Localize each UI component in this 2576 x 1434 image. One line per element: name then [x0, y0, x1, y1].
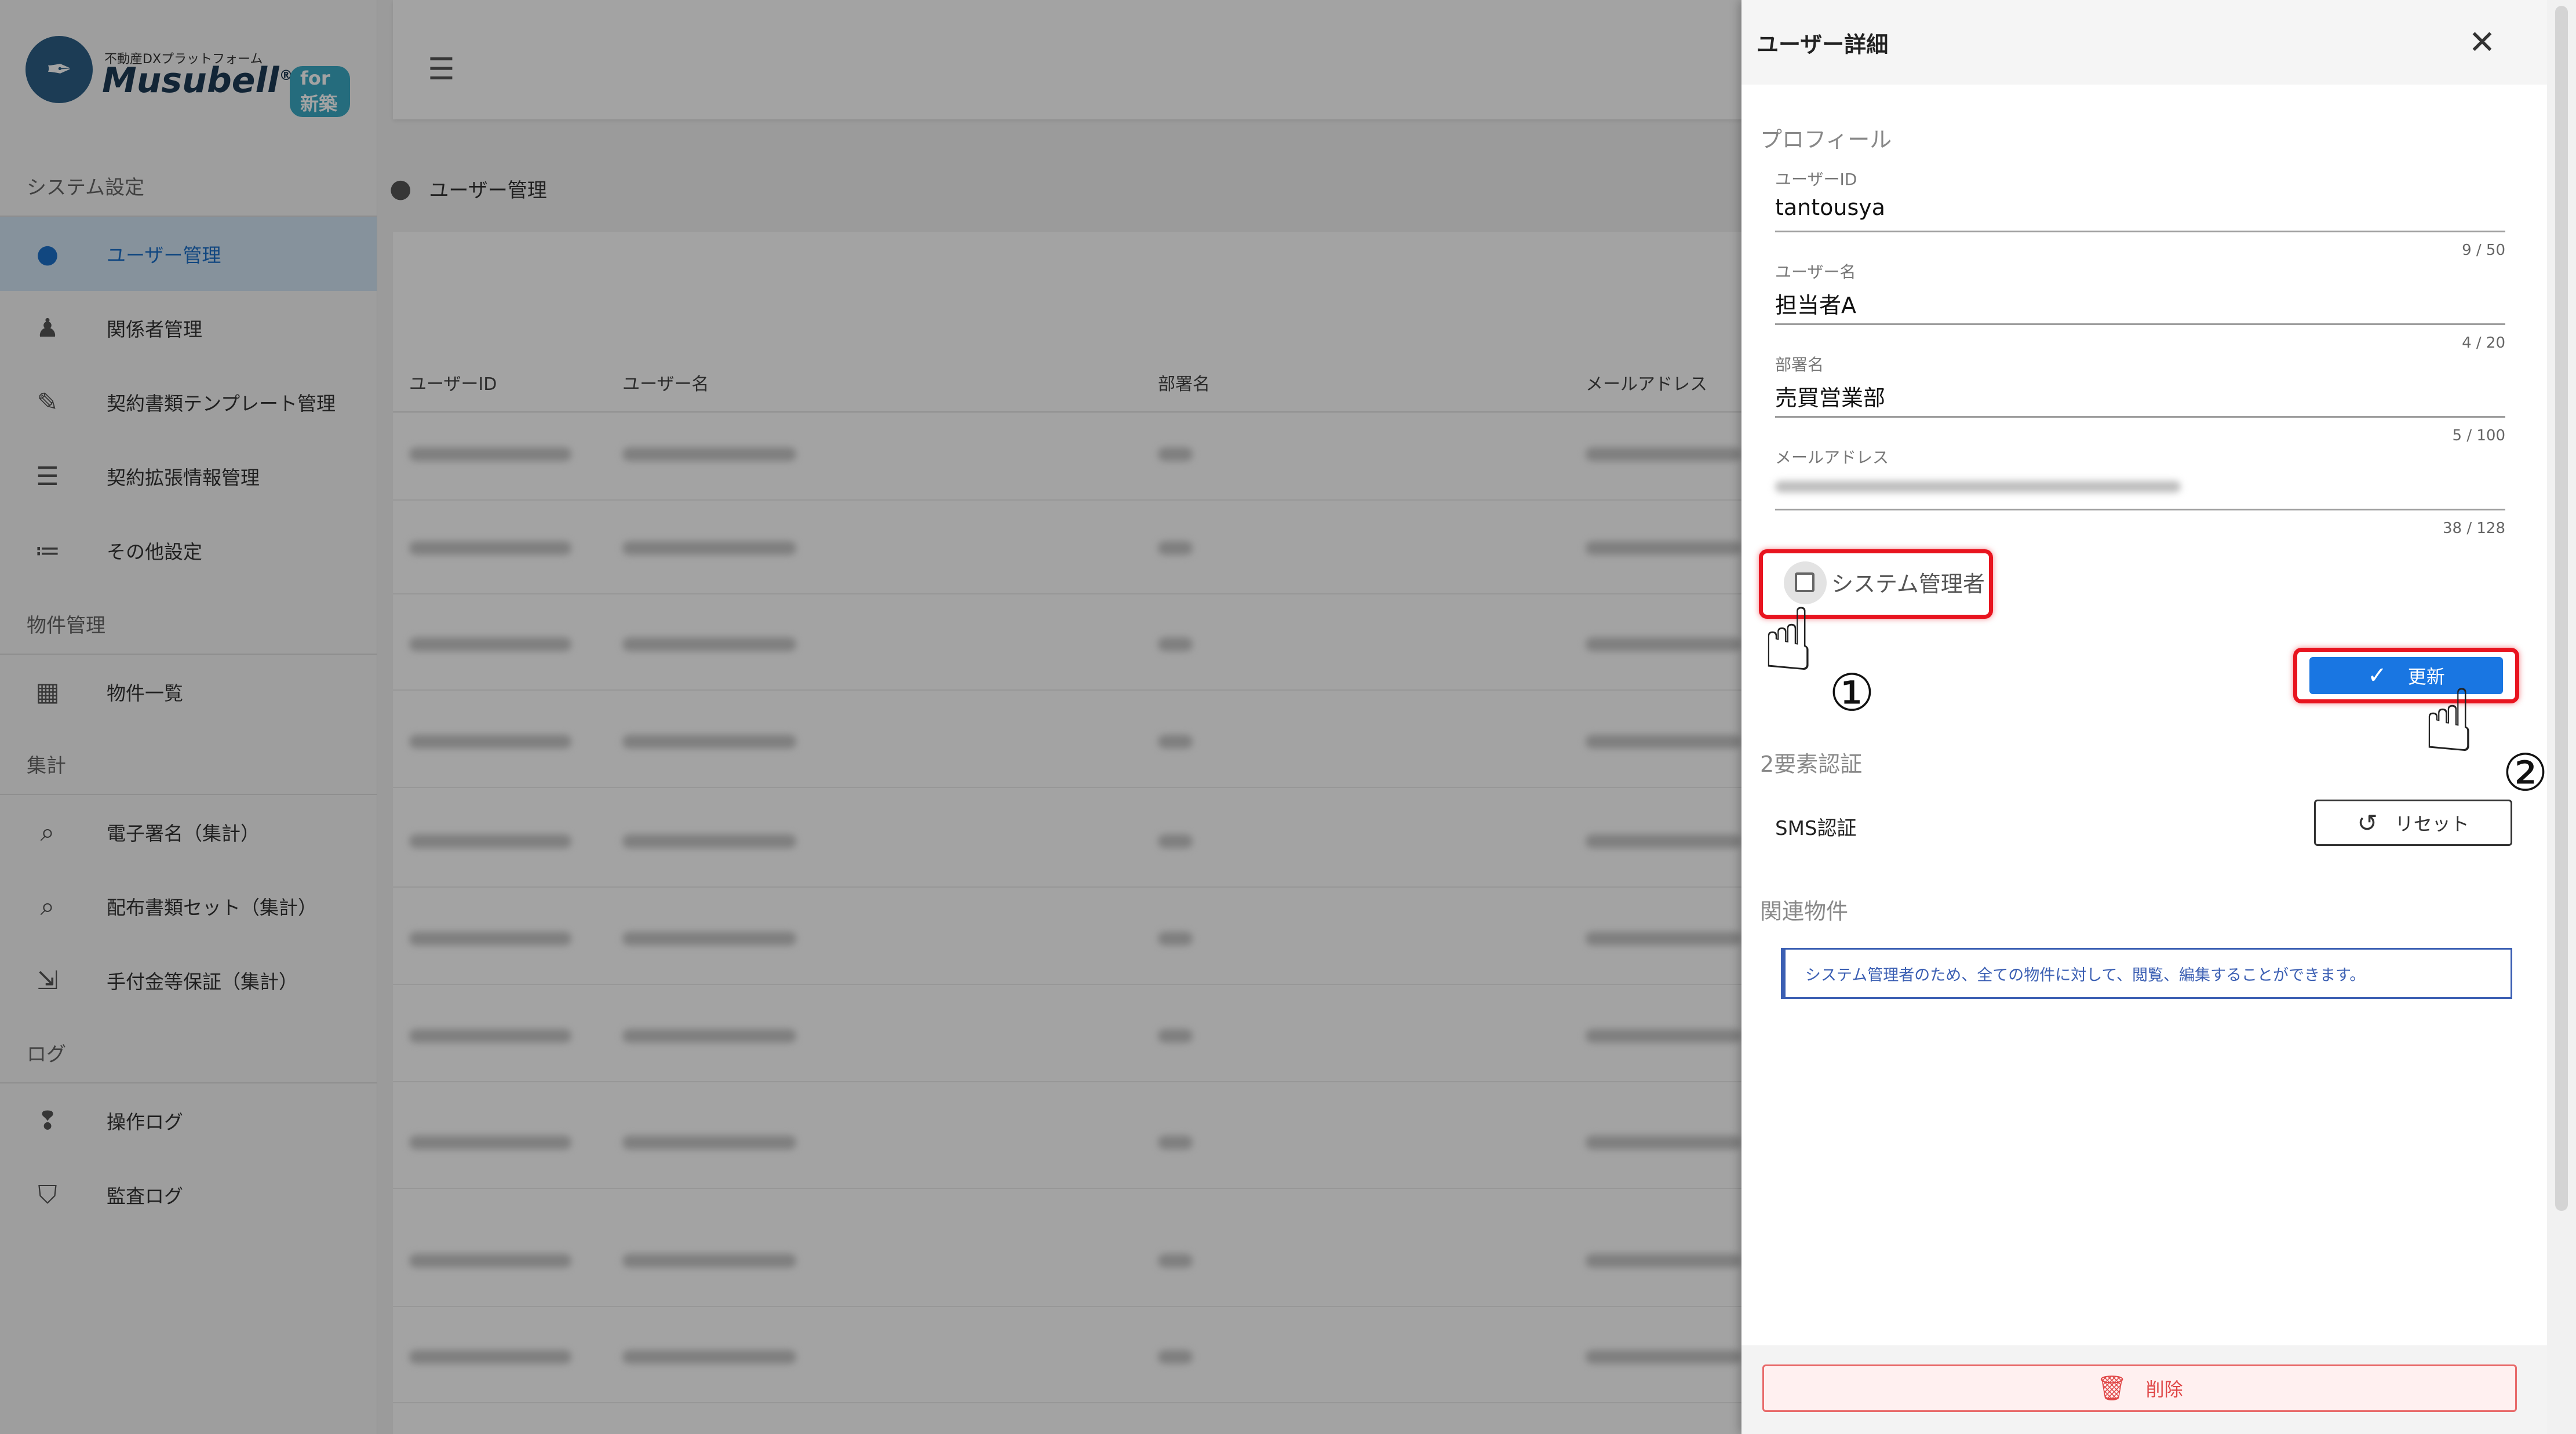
field-underline [1775, 509, 2505, 510]
reset-button[interactable]: ↺ リセット [2314, 800, 2512, 846]
delete-button-label: 削除 [2145, 1378, 2183, 1400]
char-counter: 4 / 20 [2462, 334, 2505, 352]
department-field[interactable]: 部署名 売買営業部 5 / 100 [1775, 352, 2505, 444]
field-value-redacted[interactable] [1775, 473, 2505, 499]
char-counter: 5 / 100 [2452, 427, 2505, 444]
drawer-footer: 🗑 削除 [1741, 1345, 2547, 1434]
field-value[interactable]: 売買営業部 [1775, 380, 2505, 411]
close-icon[interactable]: ✕ [2460, 21, 2504, 65]
info-alert: システム管理者のため、全ての物件に対して、閲覧、編集することができます。 [1781, 948, 2512, 999]
user-name-field[interactable]: ユーザー名 担当者A 4 / 20 [1775, 260, 2505, 352]
two-factor-section-title: 2要素認証 [1760, 751, 1863, 777]
step-marker-1: ① [1829, 663, 1875, 723]
related-properties-title: 関連物件 [1760, 899, 1849, 924]
field-label: 部署名 [1775, 355, 1824, 374]
field-label: ユーザーID [1775, 170, 1857, 189]
refresh-icon: ↺ [2357, 808, 2378, 837]
trash-icon: 🗑 [2096, 1374, 2127, 1402]
char-counter: 38 / 128 [2443, 520, 2505, 537]
char-counter: 9 / 50 [2462, 242, 2505, 259]
field-underline [1775, 323, 2505, 325]
email-field[interactable]: メールアドレス 38 / 128 [1775, 445, 2505, 537]
system-admin-label[interactable]: システム管理者 [1831, 566, 1985, 598]
redacted-email [1775, 481, 2181, 492]
drawer-header: ユーザー詳細 ✕ [1741, 0, 2547, 85]
step-marker-2: ② [2502, 743, 2548, 802]
reset-button-label: リセット [2395, 813, 2469, 835]
sms-auth-label: SMS認証 [1775, 817, 1857, 840]
modal-backdrop[interactable] [0, 0, 1741, 1434]
system-admin-checkbox[interactable] [1795, 572, 1815, 592]
scrollbar-thumb[interactable] [2555, 6, 2568, 1211]
delete-button[interactable]: 🗑 削除 [1762, 1364, 2517, 1412]
field-value[interactable]: tantousya [1775, 195, 2505, 221]
field-value[interactable]: 担当者A [1775, 287, 2505, 318]
pointer-hand-icon: ☝ [2422, 671, 2476, 772]
field-label: ユーザー名 [1775, 262, 1856, 282]
drawer-title: ユーザー詳細 [1757, 32, 1889, 57]
profile-section-title: プロフィール [1760, 127, 1892, 152]
field-label: メールアドレス [1775, 448, 1889, 467]
field-underline [1775, 416, 2505, 418]
pointer-hand-icon: ☝ [1762, 590, 1815, 691]
check-icon: ✓ [2367, 662, 2387, 689]
field-underline [1775, 231, 2505, 232]
info-alert-text: システム管理者のため、全ての物件に対して、閲覧、編集することができます。 [1805, 966, 2366, 984]
user-id-field[interactable]: ユーザーID tantousya 9 / 50 [1775, 167, 2505, 259]
